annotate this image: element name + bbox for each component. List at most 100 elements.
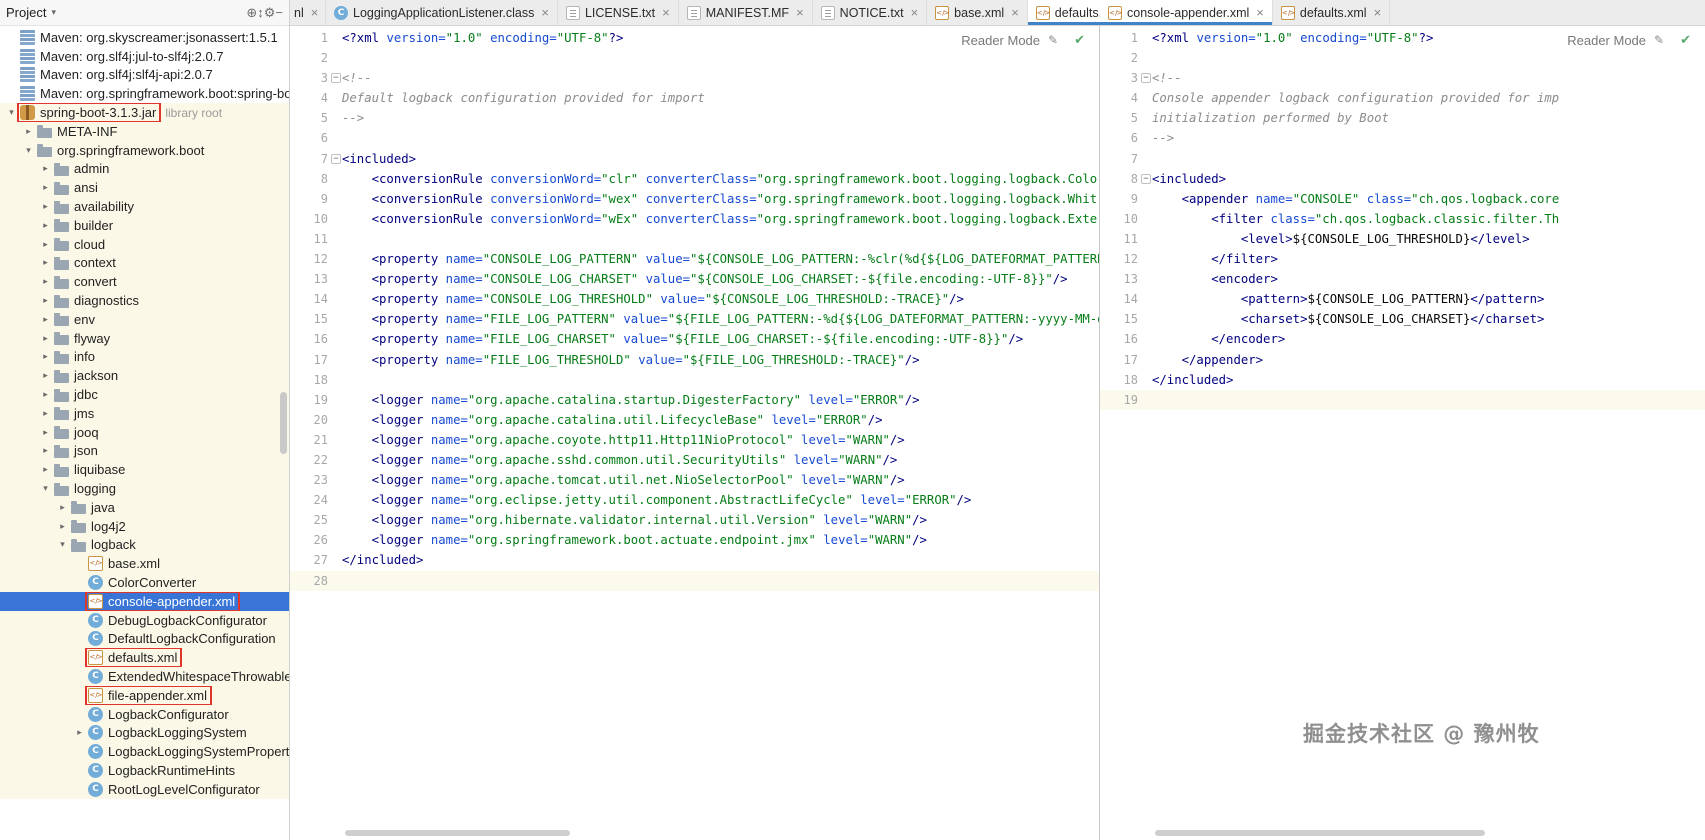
chevron-collapsed-icon[interactable]: ▸	[38, 427, 53, 438]
fold-icon[interactable]: −	[331, 153, 341, 164]
horizontal-scrollbar[interactable]	[1155, 830, 1485, 836]
tree-item-cloud[interactable]: ▸ cloud	[0, 234, 289, 254]
tree-item-liquibase[interactable]: ▸ liquibase	[0, 460, 289, 480]
chevron-expanded-icon[interactable]: ▾	[38, 483, 53, 494]
chevron-collapsed-icon[interactable]: ▸	[55, 521, 70, 532]
tab-manifest-mf[interactable]: MANIFEST.MF ×	[679, 0, 813, 25]
tab-defaults-xml[interactable]: defaults.xml ×	[1273, 0, 1391, 25]
tree-item-base-xml[interactable]: base.xml	[0, 554, 289, 574]
vertical-scrollbar[interactable]	[280, 392, 287, 454]
chevron-expanded-icon[interactable]: ▾	[55, 539, 70, 550]
tree-item-spring-boot-3-1-3-jar[interactable]: ▾ spring-boot-3.1.3.jar library root	[0, 103, 289, 122]
tree-item-file-appender-xml[interactable]: file-appender.xml	[0, 685, 289, 705]
chevron-collapsed-icon[interactable]: ▸	[38, 220, 53, 231]
tree-item-defaults-xml[interactable]: defaults.xml	[0, 648, 289, 668]
tree-item-json[interactable]: ▸ json	[0, 441, 289, 461]
tree-item-logbackconfigurator[interactable]: C LogbackConfigurator	[0, 704, 289, 724]
chevron-expanded-icon[interactable]: ▾	[21, 145, 36, 156]
tab-nl[interactable]: nl ×	[290, 0, 326, 25]
tree-item-org-springframework-boot[interactable]: ▾ org.springframework.boot	[0, 140, 289, 160]
tree-item-console-appender-xml[interactable]: console-appender.xml	[0, 591, 289, 611]
chevron-expanded-icon[interactable]: ▾	[4, 107, 19, 118]
tree-item-extendedwhitespacethrowablepr[interactable]: C ExtendedWhitespaceThrowablePr	[0, 667, 289, 686]
close-icon[interactable]: ×	[1374, 6, 1382, 19]
chevron-collapsed-icon[interactable]: ▸	[55, 502, 70, 513]
project-panel-title[interactable]: Project	[6, 5, 46, 20]
fold-icon[interactable]: −	[331, 73, 341, 84]
tree-item-colorconverter[interactable]: C ColorConverter	[0, 573, 289, 592]
tree-item-logbackruntimehints[interactable]: C LogbackRuntimeHints	[0, 761, 289, 780]
chevron-collapsed-icon[interactable]: ▸	[21, 126, 36, 137]
chevron-collapsed-icon[interactable]: ▸	[38, 464, 53, 475]
tree-item-diagnostics[interactable]: ▸ diagnostics	[0, 291, 289, 310]
pencil-icon[interactable]: ✎	[1654, 33, 1664, 47]
chevron-collapsed-icon[interactable]: ▸	[38, 370, 53, 381]
close-icon[interactable]: ×	[311, 6, 319, 19]
tree-item-log4j2[interactable]: ▸ log4j2	[0, 516, 289, 536]
inspections-check-icon[interactable]: ✔	[1680, 32, 1691, 48]
chevron-collapsed-icon[interactable]: ▸	[38, 445, 53, 456]
hide-panel-icon[interactable]: −	[275, 5, 283, 20]
tree-item-convert[interactable]: ▸ convert	[0, 272, 289, 292]
tree-item-defaultlogbackconfiguration[interactable]: C DefaultLogbackConfiguration	[0, 629, 289, 649]
chevron-collapsed-icon[interactable]: ▸	[38, 295, 53, 306]
tree-item-env[interactable]: ▸ env	[0, 309, 289, 329]
tree-item-builder[interactable]: ▸ builder	[0, 215, 289, 235]
tab-notice-txt[interactable]: NOTICE.txt ×	[813, 0, 928, 25]
chevron-collapsed-icon[interactable]: ▸	[38, 201, 53, 212]
chevron-collapsed-icon[interactable]: ▸	[38, 257, 53, 268]
tab-license-txt[interactable]: LICENSE.txt ×	[558, 0, 679, 25]
locate-icon[interactable]: ⊕	[246, 5, 257, 20]
tree-item-logback[interactable]: ▾ logback	[0, 535, 289, 555]
project-tree[interactable]: Maven: org.skyscreamer:jsonassert:1.5.1 M…	[0, 26, 289, 840]
chevron-collapsed-icon[interactable]: ▸	[38, 314, 53, 325]
tree-item-logging[interactable]: ▾ logging	[0, 479, 289, 498]
inspections-check-icon[interactable]: ✔	[1074, 32, 1085, 48]
tree-item-logbackloggingsystemproperties[interactable]: C LogbackLoggingSystemProperties	[0, 742, 289, 762]
chevron-collapsed-icon[interactable]: ▸	[38, 182, 53, 193]
fold-icon[interactable]: −	[1141, 73, 1151, 84]
tree-item-maven-org-springframework-boot-spring-boot-3[interactable]: Maven: org.springframework.boot:spring-b…	[0, 84, 289, 103]
tree-item-logbackloggingsystem[interactable]: ▸ C LogbackLoggingSystem	[0, 723, 289, 743]
tab-base-xml[interactable]: base.xml ×	[927, 0, 1028, 25]
tree-item-jooq[interactable]: ▸ jooq	[0, 422, 289, 442]
tree-item-jackson[interactable]: ▸ jackson	[0, 366, 289, 386]
tree-item-ansi[interactable]: ▸ ansi	[0, 178, 289, 198]
close-icon[interactable]: ×	[662, 6, 670, 19]
tree-item-info[interactable]: ▸ info	[0, 347, 289, 367]
tree-item-debuglogbackconfigurator[interactable]: C DebugLogbackConfigurator	[0, 610, 289, 630]
chevron-collapsed-icon[interactable]: ▸	[38, 389, 53, 400]
tree-item-maven-org-slf4j-slf4j-api-2-0-7[interactable]: Maven: org.slf4j:slf4j-api:2.0.7	[0, 66, 289, 85]
pencil-icon[interactable]: ✎	[1048, 33, 1058, 47]
close-icon[interactable]: ×	[1011, 6, 1019, 19]
close-icon[interactable]: ×	[911, 6, 919, 19]
tree-item-meta-inf[interactable]: ▸ META-INF	[0, 121, 289, 141]
tree-item-jms[interactable]: ▸ jms	[0, 403, 289, 423]
tree-item-rootloglevelconfigurator[interactable]: C RootLogLevelConfigurator	[0, 779, 289, 799]
tree-item-availability[interactable]: ▸ availability	[0, 197, 289, 216]
settings-icon[interactable]: ⚙	[264, 5, 276, 20]
chevron-collapsed-icon[interactable]: ▸	[38, 163, 53, 174]
tree-item-maven-org-slf4j-jul-to-slf4j-2-0-7[interactable]: Maven: org.slf4j:jul-to-slf4j:2.0.7	[0, 47, 289, 66]
chevron-collapsed-icon[interactable]: ▸	[38, 333, 53, 344]
tree-item-admin[interactable]: ▸ admin	[0, 159, 289, 179]
tab-loggingapplicationlistener-class[interactable]: C LoggingApplicationListener.class ×	[326, 0, 558, 25]
chevron-collapsed-icon[interactable]: ▸	[38, 351, 53, 362]
chevron-collapsed-icon[interactable]: ▸	[72, 727, 87, 738]
fold-icon[interactable]: −	[1141, 173, 1151, 184]
horizontal-scrollbar[interactable]	[345, 830, 570, 836]
chevron-collapsed-icon[interactable]: ▸	[38, 239, 53, 250]
tree-item-context[interactable]: ▸ context	[0, 253, 289, 273]
tab-console-appender-xml[interactable]: console-appender.xml ×	[1100, 0, 1273, 25]
tree-item-maven-org-skyscreamer-jsonassert-1-5-1[interactable]: Maven: org.skyscreamer:jsonassert:1.5.1	[0, 28, 289, 47]
tree-item-java[interactable]: ▸ java	[0, 497, 289, 517]
close-icon[interactable]: ×	[541, 6, 549, 19]
chevron-collapsed-icon[interactable]: ▸	[38, 276, 53, 287]
chevron-collapsed-icon[interactable]: ▸	[38, 408, 53, 419]
editor-left-body[interactable]: Reader Mode ✎ ✔ 1 <?xml version="1.0" enc…	[290, 26, 1099, 840]
tree-item-jdbc[interactable]: ▸ jdbc	[0, 385, 289, 404]
chevron-down-icon[interactable]: ▾	[51, 7, 56, 18]
tree-item-flyway[interactable]: ▸ flyway	[0, 328, 289, 348]
close-icon[interactable]: ×	[796, 6, 804, 19]
close-icon[interactable]: ×	[1256, 6, 1264, 19]
